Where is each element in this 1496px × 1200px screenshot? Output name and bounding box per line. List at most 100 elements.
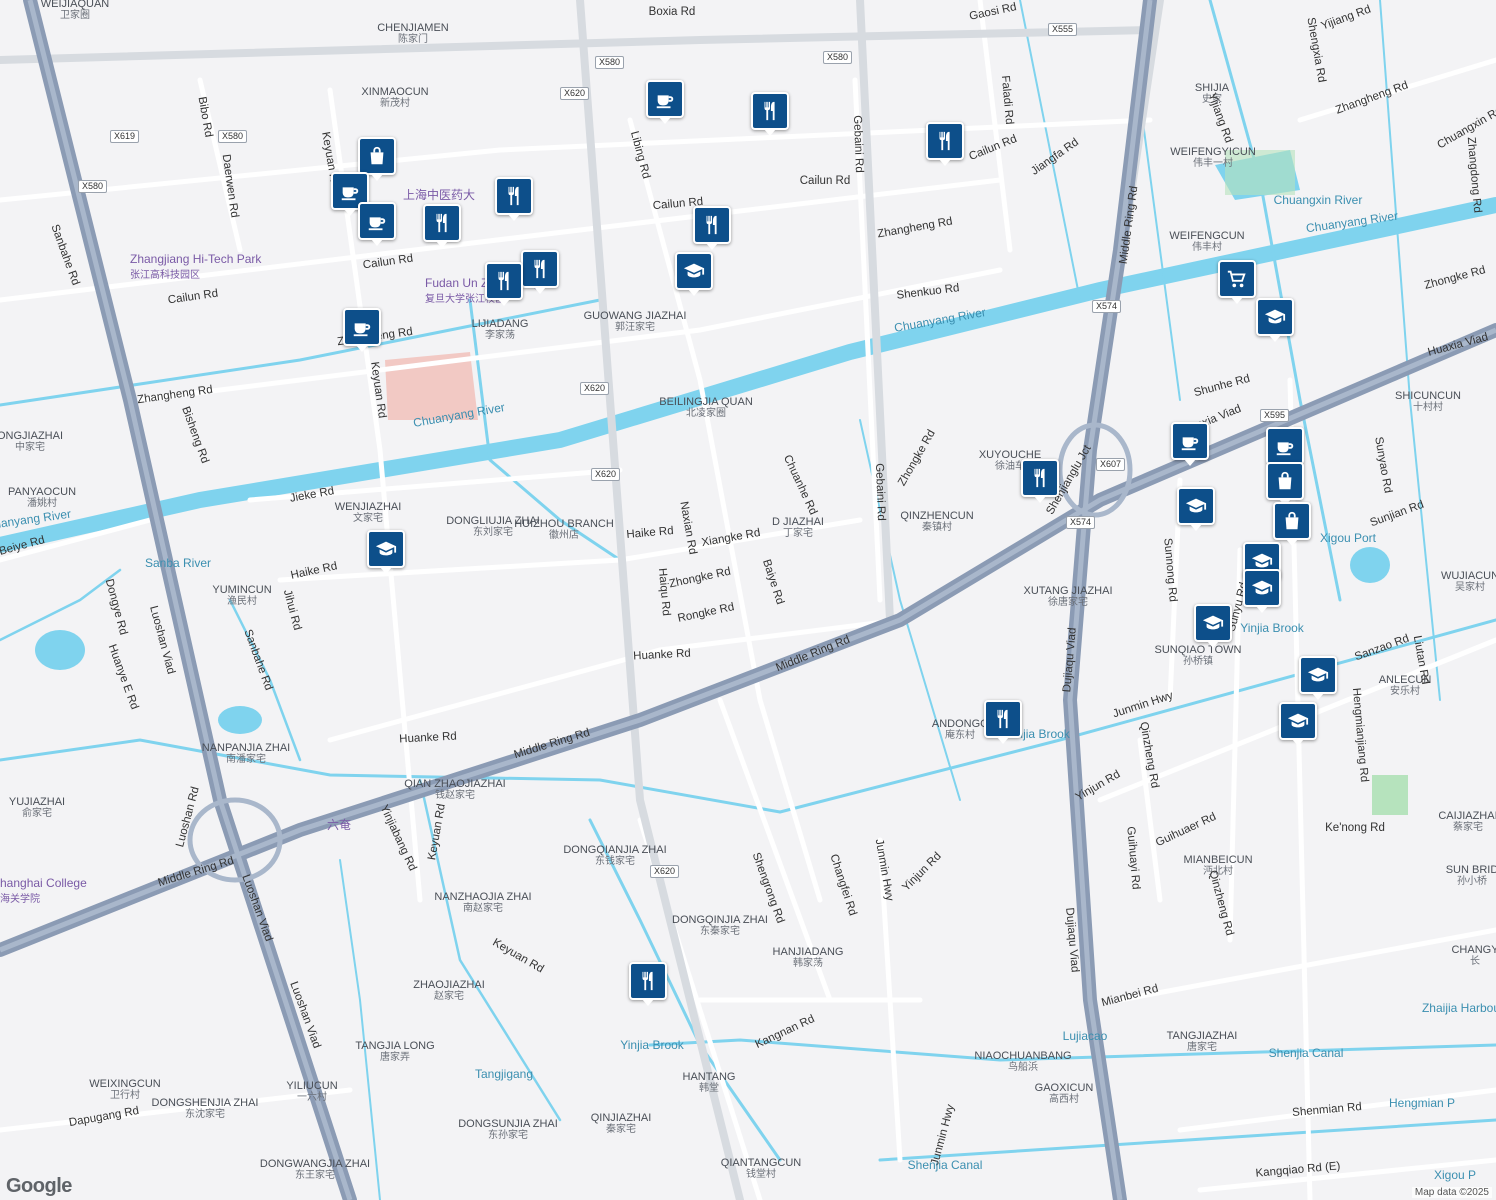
road-label[interactable]: Gebaini Rd <box>873 463 887 521</box>
place-label[interactable]: WUJIACUN 吴家村 <box>1441 570 1496 594</box>
shopping-icon <box>1281 510 1303 532</box>
place-label[interactable]: SHICUNCUN 十村村 <box>1395 390 1461 414</box>
shopping-poi-marker[interactable] <box>358 137 396 181</box>
education-poi-marker[interactable] <box>1279 702 1317 746</box>
restaurant-poi-marker[interactable] <box>495 177 533 221</box>
education-icon <box>1307 664 1329 686</box>
coffee-poi-marker[interactable] <box>343 308 381 352</box>
place-label[interactable]: CHANGY 长 <box>1451 944 1496 968</box>
landmark-label[interactable]: hanghai College 海关学院 <box>0 876 87 905</box>
place-label[interactable]: DONGQINJIA ZHAI 东秦家宅 <box>672 914 768 938</box>
restaurant-poi-marker[interactable] <box>423 204 461 248</box>
water-label[interactable]: Zhaijia Harbour <box>1422 1001 1496 1015</box>
education-poi-marker[interactable] <box>367 530 405 574</box>
shopping-poi-marker[interactable] <box>1273 502 1311 546</box>
place-label[interactable]: GUOWANG JIAZHAI 郭汪家宅 <box>584 310 687 334</box>
education-poi-marker[interactable] <box>1256 298 1294 342</box>
coffee-poi-marker[interactable] <box>1266 427 1304 471</box>
education-poi-marker[interactable] <box>1194 604 1232 648</box>
place-label[interactable]: LIJIADANG 李家荡 <box>472 318 529 342</box>
place-label[interactable]: XINMAOCUN 新茂村 <box>361 86 428 110</box>
place-label[interactable]: SUN BRID 孙小桥 <box>1446 864 1496 888</box>
water-label[interactable]: Xigou Port <box>1320 531 1376 545</box>
restaurant-poi-marker[interactable] <box>1021 459 1059 503</box>
education-poi-marker[interactable] <box>675 252 713 296</box>
water-label[interactable]: Sanba River <box>145 556 211 570</box>
landmark-label[interactable]: Zhangjiang Hi-Tech Park 张江高科技园区 <box>130 252 261 281</box>
place-label[interactable]: ANDONGC 庵东村 <box>932 718 988 742</box>
restaurant-poi-marker[interactable] <box>485 262 523 306</box>
place-label[interactable]: QIAN ZHAOJIAZHAI 钱赵家宅 <box>404 778 505 802</box>
place-label-zh: 庵东村 <box>944 730 975 741</box>
place-label[interactable]: TANGJIAZHAI 唐家宅 <box>1167 1030 1238 1054</box>
place-label[interactable]: QIANTANGCUN 钱堂村 <box>721 1157 801 1181</box>
water-label[interactable]: Yinjia Brook <box>620 1038 684 1052</box>
landmark-label[interactable]: 上海中医药大 <box>403 186 475 203</box>
place-label[interactable]: HANJIADANG 韩家荡 <box>773 946 844 970</box>
place-label[interactable]: WEIFENGYICUN 伟丰一村 <box>1170 146 1256 170</box>
road-label[interactable]: Gebaini Rd <box>851 115 865 173</box>
place-label[interactable]: YUJIAZHAI 俞家宅 <box>9 796 65 820</box>
place-label[interactable]: CHENJIAMEN 陈家门 <box>377 22 449 46</box>
restaurant-poi-marker[interactable] <box>984 700 1022 744</box>
shopping-poi-marker[interactable] <box>1266 462 1304 506</box>
place-label[interactable]: WEIFENGCUN 伟丰村 <box>1169 230 1244 254</box>
place-label[interactable]: WENJIAZHAI 文家宅 <box>335 501 402 525</box>
place-label[interactable]: BEILINGJIA QUAN 北凌家圈 <box>659 396 753 420</box>
place-label[interactable]: NIAOCHUANBANG 鸟船浜 <box>974 1050 1071 1074</box>
road-label[interactable]: Cailun Rd <box>800 175 851 187</box>
place-label[interactable]: XUTANG JIAZHAI 徐唐家宅 <box>1023 585 1112 609</box>
restaurant-poi-marker[interactable] <box>751 92 789 136</box>
water-label[interactable]: Lujiacao <box>1063 1029 1108 1043</box>
road-label[interactable]: Boxia Rd <box>649 6 696 18</box>
place-label[interactable]: CAIJIAZHAI 蔡家宅 <box>1438 810 1496 834</box>
water-label[interactable]: Shenjia Canal <box>908 1158 983 1172</box>
place-label-zh: 徽州店 <box>549 530 579 541</box>
place-label-zh: 陈家门 <box>397 34 428 45</box>
water-label[interactable]: Hengmian P <box>1389 1096 1455 1110</box>
restaurant-poi-marker[interactable] <box>693 206 731 250</box>
place-label[interactable]: ZHAOJIAZHAI 赵家宅 <box>413 979 485 1003</box>
water-label[interactable]: Xigou P <box>1434 1168 1476 1182</box>
place-label[interactable]: GAOXICUN 高西村 <box>1035 1082 1094 1106</box>
place-label-en: CHANGY <box>1451 944 1496 956</box>
landmark-label[interactable]: 六奄 <box>327 816 351 833</box>
landmark-label-en: 六奄 <box>327 818 352 832</box>
place-label-en: NIAOCHUANBANG <box>974 1050 1072 1062</box>
map-attribution[interactable]: Map data ©2025 <box>1411 1187 1492 1198</box>
water-label[interactable]: Shenjia Canal <box>1269 1046 1344 1060</box>
education-poi-marker[interactable] <box>1243 569 1281 613</box>
place-label[interactable]: WEIXINGCUN 卫行村 <box>89 1078 161 1102</box>
place-label[interactable]: QINZHENCUN 秦镇村 <box>900 510 973 534</box>
education-poi-marker[interactable] <box>1299 656 1337 700</box>
place-label[interactable]: YUMINCUN 渔民村 <box>212 584 271 608</box>
place-label[interactable]: NANPANJIA ZHAI 南潘家宅 <box>202 742 290 766</box>
place-label[interactable]: YILIUCUN 一六村 <box>286 1080 337 1104</box>
place-label[interactable]: NANZHAOJIA ZHAI 南赵家宅 <box>434 891 531 915</box>
google-logo[interactable]: Google <box>6 1175 72 1198</box>
place-label[interactable]: WEIJIAQUAN 卫家圈 <box>41 0 109 22</box>
grocery-poi-marker[interactable] <box>1218 260 1256 304</box>
place-label[interactable]: QINJIAZHAI 秦家宅 <box>591 1112 652 1136</box>
place-label[interactable]: DONGSHENJIA ZHAI 东沈家宅 <box>152 1097 259 1121</box>
place-label[interactable]: TANGJIA LONG 唐家弄 <box>355 1040 434 1064</box>
place-label[interactable]: DONGSUNJIA ZHAI 东孙家宅 <box>458 1118 558 1142</box>
water-label[interactable]: Yinjia Brook <box>1240 621 1304 635</box>
education-poi-marker[interactable] <box>1177 487 1215 531</box>
map-canvas[interactable]: WEIJIAQUAN 卫家圈 CHENJIAMEN 陈家门 XINMAOCUN 新茂村 SH… <box>0 0 1496 1200</box>
place-label[interactable]: DONGWANGJIA ZHAI 东王家宅 <box>260 1158 370 1182</box>
place-label[interactable]: HANTANG 韩堂 <box>683 1071 736 1095</box>
coffee-poi-marker[interactable] <box>358 202 396 246</box>
water-label[interactable]: Tangjigang <box>475 1067 533 1081</box>
restaurant-poi-marker[interactable] <box>926 122 964 166</box>
place-label[interactable]: ONGJIAZHAI 中家宅 <box>0 430 63 454</box>
place-label[interactable]: SUNQIAO TOWN 孙桥镇 <box>1155 644 1242 668</box>
restaurant-poi-marker[interactable] <box>521 250 559 294</box>
coffee-poi-marker[interactable] <box>1171 422 1209 466</box>
restaurant-poi-marker[interactable] <box>629 962 667 1006</box>
water-label[interactable]: Chuangxin River <box>1274 193 1363 207</box>
road-label[interactable]: Ke'nong Rd <box>1325 822 1385 834</box>
place-label[interactable]: D JIAZHAI 丁家宅 <box>772 516 824 540</box>
place-label[interactable]: HUIZHOU BRANCH 徽州店 <box>514 518 614 542</box>
coffee-poi-marker[interactable] <box>646 80 684 124</box>
